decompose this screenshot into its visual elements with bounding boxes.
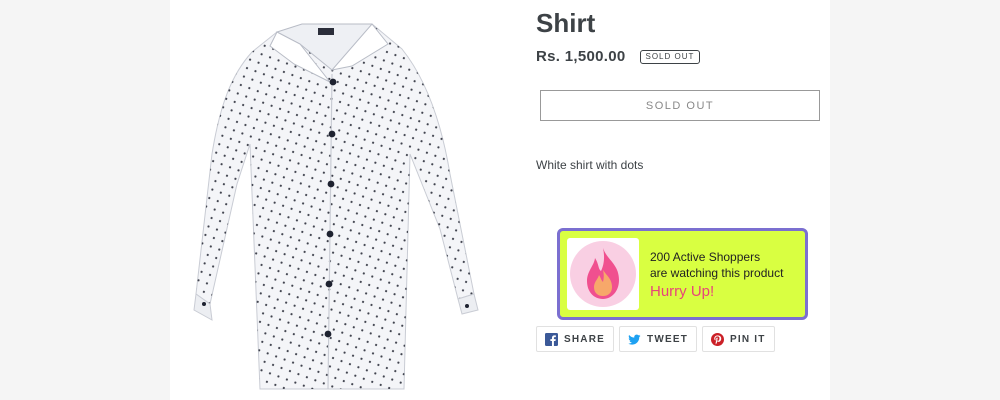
pin-label: PIN IT bbox=[730, 333, 766, 345]
facebook-icon bbox=[545, 332, 558, 346]
shirt-image bbox=[193, 23, 479, 390]
sold-out-button[interactable]: SOLD OUT bbox=[540, 90, 820, 121]
tweet-label: TWEET bbox=[647, 333, 689, 345]
active-shoppers-subtext: are watching this product bbox=[650, 266, 784, 280]
twitter-icon bbox=[628, 334, 641, 345]
product-page: Shirt Rs. 1,500.00 SOLD OUT SOLD OUT Whi… bbox=[170, 0, 830, 400]
hurry-up-text: Hurry Up! bbox=[650, 283, 715, 300]
share-facebook-button[interactable]: SHARE bbox=[536, 326, 615, 352]
product-title: Shirt bbox=[536, 8, 596, 38]
sold-out-badge: SOLD OUT bbox=[639, 49, 701, 64]
active-shoppers-count: 200 Active Shoppers bbox=[650, 250, 761, 264]
share-label: SHARE bbox=[564, 333, 606, 345]
pinterest-icon bbox=[711, 332, 725, 346]
share-twitter-button[interactable]: TWEET bbox=[619, 326, 698, 352]
fire-icon bbox=[567, 238, 639, 310]
product-image[interactable] bbox=[182, 4, 502, 396]
price-row: Rs. 1,500.00 SOLD OUT bbox=[536, 48, 701, 65]
social-share-row: SHARE TWEET PIN IT bbox=[536, 326, 775, 352]
share-pinterest-button[interactable]: PIN IT bbox=[702, 326, 775, 352]
product-price: Rs. 1,500.00 bbox=[536, 48, 626, 65]
product-description: White shirt with dots bbox=[536, 158, 644, 172]
active-shoppers-widget: 200 Active Shoppers are watching this pr… bbox=[557, 228, 808, 320]
